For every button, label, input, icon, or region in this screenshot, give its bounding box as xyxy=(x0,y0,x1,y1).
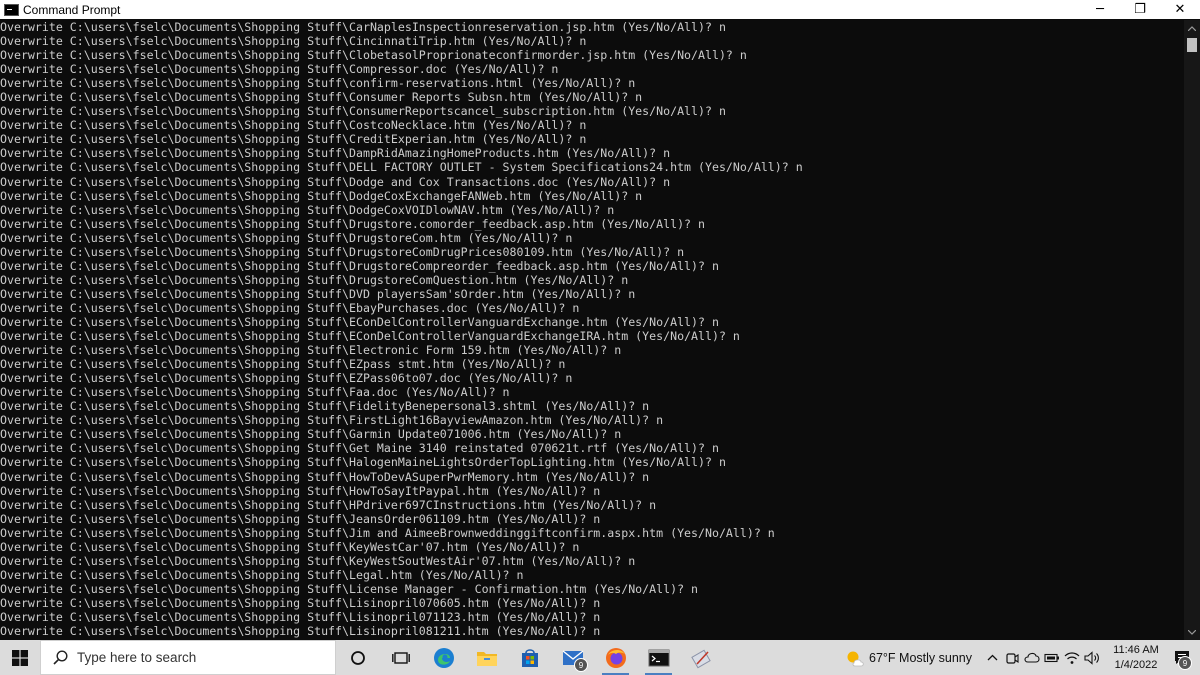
clock-time: 11:46 AM xyxy=(1113,643,1159,656)
search-placeholder: Type here to search xyxy=(77,650,197,665)
scroll-down-arrow-icon[interactable] xyxy=(1184,624,1200,640)
console-line: Overwrite C:\users\fselc\Documents\Shopp… xyxy=(0,609,601,624)
console-line: Overwrite C:\users\fselc\Documents\Shopp… xyxy=(0,343,622,358)
edge-browser-button[interactable] xyxy=(422,640,465,675)
task-view-button[interactable] xyxy=(379,640,422,675)
scroll-thumb[interactable] xyxy=(1187,38,1197,52)
microsoft-store-button[interactable] xyxy=(508,640,551,675)
console-line: Overwrite C:\users\fselc\Documents\Shopp… xyxy=(0,329,740,344)
console-line: Overwrite C:\users\fselc\Documents\Shopp… xyxy=(0,539,580,554)
mail-button[interactable]: 9 xyxy=(551,640,594,675)
console-line: Overwrite C:\users\fselc\Documents\Shopp… xyxy=(0,441,719,456)
console-line: Overwrite C:\users\fselc\Documents\Shopp… xyxy=(0,413,664,428)
close-button[interactable]: ✕ xyxy=(1160,0,1200,19)
command-prompt-window: Command Prompt ─ ❐ ✕ Overwrite C:\users\… xyxy=(0,0,1200,640)
console-line: Overwrite C:\users\fselc\Documents\Shopp… xyxy=(0,511,601,526)
task-view-icon xyxy=(391,651,410,664)
console-line: Overwrite C:\users\fselc\Documents\Shopp… xyxy=(0,553,636,568)
file-explorer-button[interactable] xyxy=(465,640,508,675)
console-line: Overwrite C:\users\fselc\Documents\Shopp… xyxy=(0,399,650,414)
console-line: Overwrite C:\users\fselc\Documents\Shopp… xyxy=(0,371,573,386)
console-output[interactable]: Overwrite C:\users\fselc\Documents\Shopp… xyxy=(0,20,1184,640)
command-prompt-taskbar-button[interactable] xyxy=(637,640,680,675)
cortana-button[interactable] xyxy=(336,640,379,675)
console-line: Overwrite C:\users\fselc\Documents\Shopp… xyxy=(0,160,803,175)
maximize-button[interactable]: ❐ xyxy=(1120,0,1160,19)
console-line: Overwrite C:\users\fselc\Documents\Shopp… xyxy=(0,300,580,315)
window-controls: ─ ❐ ✕ xyxy=(1080,0,1200,19)
title-bar[interactable]: Command Prompt ─ ❐ ✕ xyxy=(0,0,1200,19)
console-line: Overwrite C:\users\fselc\Documents\Shopp… xyxy=(0,385,510,400)
weather-widget[interactable]: 67°F Mostly sunny xyxy=(845,649,972,667)
firefox-button[interactable] xyxy=(594,640,637,675)
clock[interactable]: 11:46 AM 1/4/2022 xyxy=(1108,643,1164,673)
console-line: Overwrite C:\users\fselc\Documents\Shopp… xyxy=(0,469,650,484)
console-line: Overwrite C:\users\fselc\Documents\Shopp… xyxy=(0,76,636,91)
console-line: Overwrite C:\users\fselc\Documents\Shopp… xyxy=(0,132,587,147)
console-line: Overwrite C:\users\fselc\Documents\Shopp… xyxy=(0,272,629,287)
console-line: Overwrite C:\users\fselc\Documents\Shopp… xyxy=(0,244,685,259)
console-line: Overwrite C:\users\fselc\Documents\Shopp… xyxy=(0,357,566,372)
console-line: Overwrite C:\users\fselc\Documents\Shopp… xyxy=(0,48,747,63)
system-tray: 67°F Mostly sunny 11:46 AM 1/4/2022 9 xyxy=(845,640,1200,675)
settings-tool-button[interactable] xyxy=(680,640,723,675)
console-line: Overwrite C:\users\fselc\Documents\Shopp… xyxy=(0,497,657,512)
window-title: Command Prompt xyxy=(23,2,121,17)
edge-icon xyxy=(433,647,454,668)
console-line: Overwrite C:\users\fselc\Documents\Shopp… xyxy=(0,216,705,231)
console-line: Overwrite C:\users\fselc\Documents\Shopp… xyxy=(0,146,671,161)
console-line: Overwrite C:\users\fselc\Documents\Shopp… xyxy=(0,455,726,470)
console-line: Overwrite C:\users\fselc\Documents\Shopp… xyxy=(0,118,587,133)
console-line: Overwrite C:\users\fselc\Documents\Shopp… xyxy=(0,188,643,203)
cmd-app-icon xyxy=(4,3,19,16)
windows-logo-icon xyxy=(12,649,28,666)
console-line: Overwrite C:\users\fselc\Documents\Shopp… xyxy=(0,34,587,49)
console-line: Overwrite C:\users\fselc\Documents\Shopp… xyxy=(0,427,622,442)
console-line: Overwrite C:\users\fselc\Documents\Shopp… xyxy=(0,286,636,301)
console-line: Overwrite C:\users\fselc\Documents\Shopp… xyxy=(0,104,726,119)
show-hidden-icons-chevron-up-icon[interactable] xyxy=(982,640,1002,675)
console-line: Overwrite C:\users\fselc\Documents\Shopp… xyxy=(0,20,726,34)
cortana-circle-icon xyxy=(350,650,365,665)
notification-count-badge: 9 xyxy=(1178,656,1192,670)
console-line: Overwrite C:\users\fselc\Documents\Shopp… xyxy=(0,258,719,273)
console-line: Overwrite C:\users\fselc\Documents\Shopp… xyxy=(0,483,601,498)
console-line: Overwrite C:\users\fselc\Documents\Shopp… xyxy=(0,90,643,105)
console-line: Overwrite C:\users\fselc\Documents\Shopp… xyxy=(0,202,615,217)
taskbar-search-box[interactable]: Type here to search xyxy=(40,640,336,675)
volume-speaker-icon[interactable] xyxy=(1082,640,1102,675)
console-line: Overwrite C:\users\fselc\Documents\Shopp… xyxy=(0,567,524,582)
minimize-button[interactable]: ─ xyxy=(1080,0,1120,19)
console-line: Overwrite C:\users\fselc\Documents\Shopp… xyxy=(0,595,601,610)
console-line: Overwrite C:\users\fselc\Documents\Shopp… xyxy=(0,314,719,329)
console-line: Overwrite C:\users\fselc\Documents\Shopp… xyxy=(0,525,775,540)
store-bag-icon xyxy=(521,648,538,667)
console-line: Overwrite C:\users\fselc\Documents\Shopp… xyxy=(0,62,559,77)
firefox-icon xyxy=(605,647,626,668)
console-line: Overwrite C:\users\fselc\Documents\Shopp… xyxy=(0,624,601,639)
console-line: Overwrite C:\users\fselc\Documents\Shopp… xyxy=(0,581,699,596)
weather-text: 67°F Mostly sunny xyxy=(869,650,972,665)
console-line: Overwrite C:\users\fselc\Documents\Shopp… xyxy=(0,174,671,189)
vertical-scrollbar[interactable] xyxy=(1184,20,1200,640)
sun-cloud-icon xyxy=(847,651,864,666)
tool-icon xyxy=(690,649,711,668)
onedrive-cloud-icon[interactable] xyxy=(1022,640,1042,675)
wifi-icon[interactable] xyxy=(1062,640,1082,675)
search-icon xyxy=(53,650,68,665)
taskbar: Type here to search 9 67°F Mostly sunny … xyxy=(0,640,1200,675)
folder-icon xyxy=(476,651,497,666)
notification-center-button[interactable]: 9 xyxy=(1164,640,1200,675)
clock-date: 1/4/2022 xyxy=(1114,658,1158,671)
start-button[interactable] xyxy=(0,640,40,675)
scroll-up-arrow-icon[interactable] xyxy=(1184,20,1200,36)
meet-now-icon[interactable] xyxy=(1002,640,1022,675)
terminal-icon xyxy=(648,649,669,666)
console-line: Overwrite C:\users\fselc\Documents\Shopp… xyxy=(0,230,573,245)
battery-icon[interactable] xyxy=(1042,640,1062,675)
mail-count-badge: 9 xyxy=(574,658,588,672)
